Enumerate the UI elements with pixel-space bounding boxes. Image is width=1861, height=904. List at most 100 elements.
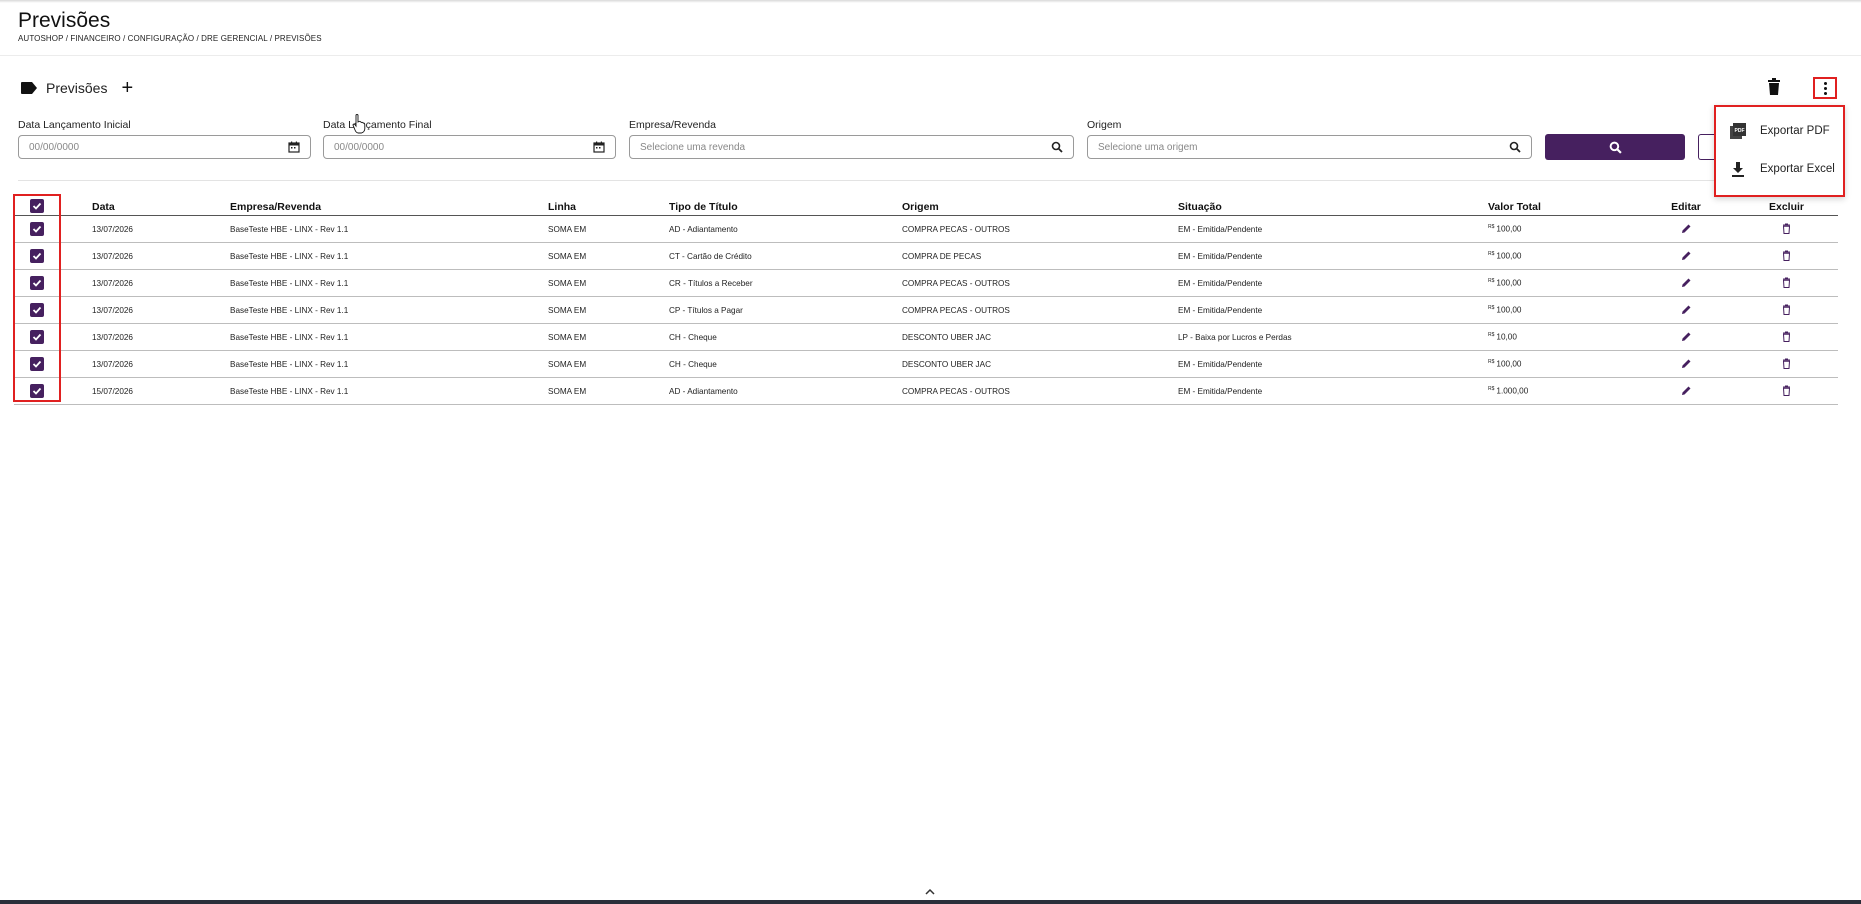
cell-valor: R$ 1.000,00 bbox=[1488, 377, 1637, 405]
table-row: 13/07/2026 BaseTeste HBE - LINX - Rev 1.1… bbox=[14, 242, 1838, 270]
row-select-cell bbox=[14, 350, 60, 378]
cell-situacao: EM - Emitida/Pendente bbox=[1178, 269, 1488, 297]
delete-selected-icon[interactable] bbox=[1766, 78, 1782, 96]
cell-origem: DESCONTO UBER JAC bbox=[902, 350, 1178, 378]
check-icon bbox=[32, 202, 42, 210]
cell-excluir bbox=[1735, 215, 1838, 243]
table-row: 13/07/2026 BaseTeste HBE - LINX - Rev 1.1… bbox=[14, 350, 1838, 378]
valor-amount: 10,00 bbox=[1496, 332, 1517, 342]
check-icon bbox=[32, 252, 42, 260]
select-all-checkbox[interactable] bbox=[30, 199, 44, 213]
col-header-data[interactable]: Data bbox=[92, 198, 230, 216]
row-select-cell bbox=[14, 296, 60, 324]
cell-origem: COMPRA PECAS - OUTROS bbox=[902, 377, 1178, 405]
label-icon bbox=[21, 82, 37, 94]
edit-icon[interactable] bbox=[1681, 223, 1692, 234]
cell-data: 13/07/2026 bbox=[92, 269, 230, 297]
currency-symbol: R$ bbox=[1488, 386, 1495, 393]
row-checkbox[interactable] bbox=[30, 222, 44, 236]
table-row: 13/07/2026 BaseTeste HBE - LINX - Rev 1.1… bbox=[14, 323, 1838, 351]
row-checkbox[interactable] bbox=[30, 384, 44, 398]
select-all-cell bbox=[14, 198, 60, 216]
col-header-tipo[interactable]: Tipo de Título bbox=[669, 198, 902, 216]
currency-symbol: R$ bbox=[1488, 359, 1495, 366]
data-inicial-label: Data Lançamento Inicial bbox=[18, 119, 131, 131]
currency-symbol: R$ bbox=[1488, 278, 1495, 285]
row-select-cell bbox=[14, 323, 60, 351]
export-excel-label: Exportar Excel bbox=[1760, 163, 1835, 175]
row-select-cell bbox=[14, 377, 60, 405]
check-icon bbox=[32, 225, 42, 233]
cell-linha: SOMA EM bbox=[548, 242, 669, 270]
col-header-situacao[interactable]: Situação bbox=[1178, 198, 1488, 216]
empresa-select[interactable]: Selecione uma revenda bbox=[629, 135, 1074, 159]
calendar-icon[interactable] bbox=[593, 141, 605, 153]
cell-editar bbox=[1637, 377, 1735, 405]
filters-divider bbox=[18, 180, 1838, 181]
trash-icon[interactable] bbox=[1781, 277, 1792, 288]
col-header-excluir: Excluir bbox=[1735, 198, 1838, 216]
trash-icon[interactable] bbox=[1781, 250, 1792, 261]
pdf-icon: PDF bbox=[1730, 123, 1746, 139]
col-header-origem[interactable]: Origem bbox=[902, 198, 1178, 216]
row-checkbox[interactable] bbox=[30, 357, 44, 371]
trash-icon[interactable] bbox=[1781, 358, 1792, 369]
currency-symbol: R$ bbox=[1488, 251, 1495, 258]
add-button[interactable]: + bbox=[121, 78, 133, 98]
row-checkbox[interactable] bbox=[30, 249, 44, 263]
export-pdf-label: Exportar PDF bbox=[1760, 125, 1830, 137]
col-header-empresa[interactable]: Empresa/Revenda bbox=[230, 198, 548, 216]
row-checkbox[interactable] bbox=[30, 330, 44, 344]
section-header: Previsões + bbox=[20, 78, 133, 98]
edit-icon[interactable] bbox=[1681, 277, 1692, 288]
origem-select[interactable]: Selecione uma origem bbox=[1087, 135, 1532, 159]
edit-icon[interactable] bbox=[1681, 358, 1692, 369]
cell-linha: SOMA EM bbox=[548, 296, 669, 324]
cell-data: 13/07/2026 bbox=[92, 242, 230, 270]
check-icon bbox=[32, 360, 42, 368]
export-pdf-item[interactable]: PDF Exportar PDF bbox=[1716, 113, 1843, 149]
cell-valor: R$ 100,00 bbox=[1488, 350, 1637, 378]
edit-icon[interactable] bbox=[1681, 331, 1692, 342]
cell-tipo: AD - Adiantamento bbox=[669, 377, 902, 405]
cell-empresa: BaseTeste HBE - LINX - Rev 1.1 bbox=[230, 323, 548, 351]
cell-editar bbox=[1637, 269, 1735, 297]
origem-placeholder: Selecione uma origem bbox=[1098, 141, 1198, 153]
trash-icon[interactable] bbox=[1781, 304, 1792, 315]
cell-excluir bbox=[1735, 242, 1838, 270]
check-icon bbox=[32, 306, 42, 314]
cell-valor: R$ 10,00 bbox=[1488, 323, 1637, 351]
chevron-up-icon[interactable] bbox=[924, 888, 936, 896]
search-icon[interactable] bbox=[1051, 141, 1063, 153]
data-final-input[interactable]: 00/00/0000 bbox=[323, 135, 616, 159]
row-checkbox[interactable] bbox=[30, 276, 44, 290]
search-icon bbox=[1609, 141, 1622, 154]
edit-icon[interactable] bbox=[1681, 304, 1692, 315]
trash-icon[interactable] bbox=[1781, 223, 1792, 234]
cell-valor: R$ 100,00 bbox=[1488, 215, 1637, 243]
cell-editar bbox=[1637, 296, 1735, 324]
trash-icon[interactable] bbox=[1781, 385, 1792, 396]
row-select-cell bbox=[14, 215, 60, 243]
edit-icon[interactable] bbox=[1681, 250, 1692, 261]
row-checkbox[interactable] bbox=[30, 303, 44, 317]
more-options-button[interactable] bbox=[1813, 77, 1837, 99]
trash-icon[interactable] bbox=[1781, 331, 1792, 342]
check-icon bbox=[32, 387, 42, 395]
table-header-row: Data Empresa/Revenda Linha Tipo de Títul… bbox=[14, 198, 1838, 216]
search-icon[interactable] bbox=[1509, 141, 1521, 153]
export-excel-item[interactable]: Exportar Excel bbox=[1716, 151, 1843, 187]
data-final-label: Data Lançamento Final bbox=[323, 119, 432, 131]
download-icon bbox=[1732, 162, 1744, 177]
edit-icon[interactable] bbox=[1681, 385, 1692, 396]
origem-label: Origem bbox=[1087, 119, 1122, 131]
cell-excluir bbox=[1735, 377, 1838, 405]
cell-tipo: CH - Cheque bbox=[669, 323, 902, 351]
calendar-icon[interactable] bbox=[288, 141, 300, 153]
col-header-linha[interactable]: Linha bbox=[548, 198, 669, 216]
col-header-valor[interactable]: Valor Total bbox=[1488, 198, 1637, 216]
page-title: Previsões bbox=[18, 9, 111, 32]
data-inicial-input[interactable]: 00/00/0000 bbox=[18, 135, 311, 159]
search-button[interactable] bbox=[1545, 134, 1685, 160]
valor-amount: 100,00 bbox=[1496, 251, 1522, 261]
